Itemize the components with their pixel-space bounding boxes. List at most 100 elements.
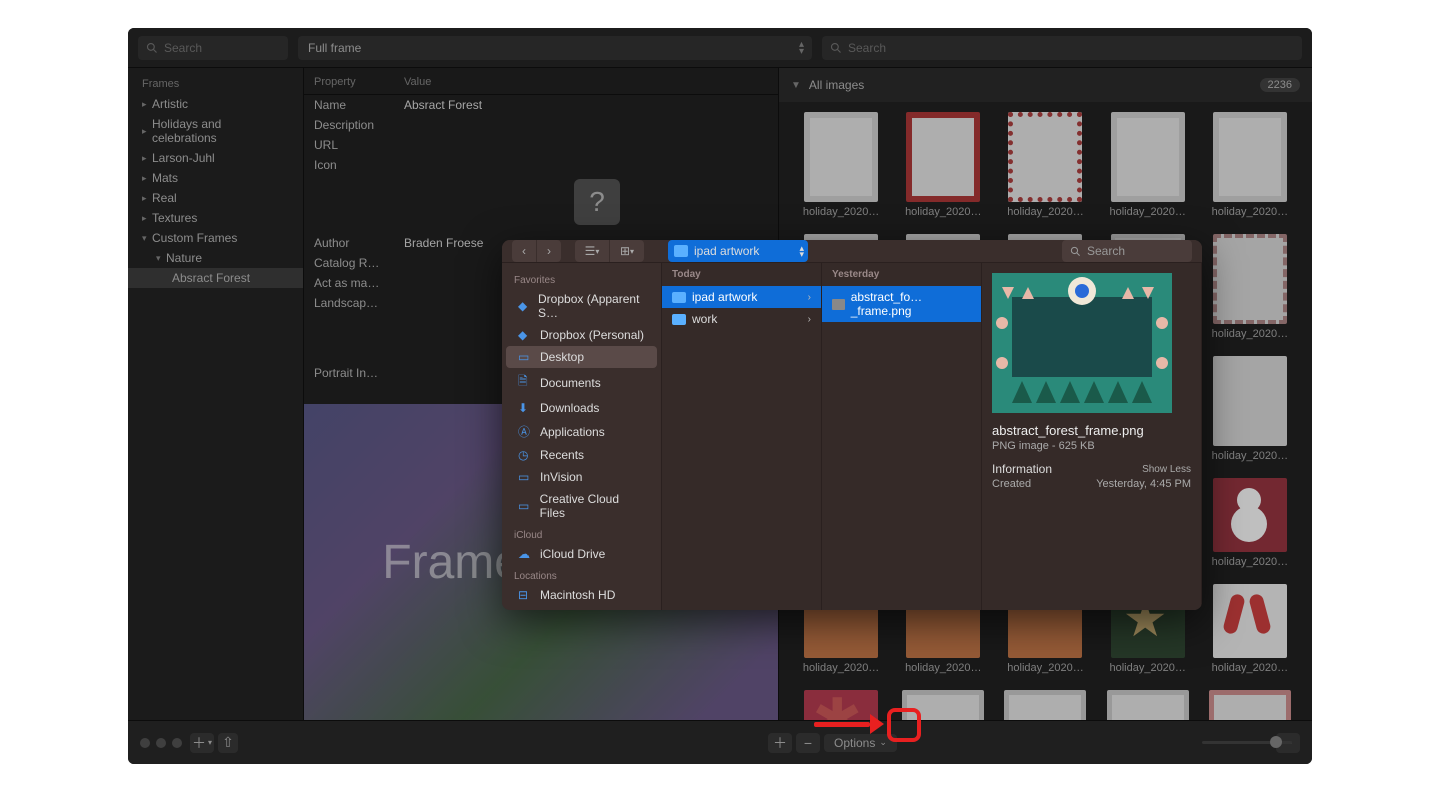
- traffic-dot[interactable]: [172, 738, 182, 748]
- fav-macintosh[interactable]: ⊟Macintosh HD: [506, 584, 657, 606]
- updown-icon: ▴▾: [799, 41, 804, 55]
- group-today: Today: [662, 263, 821, 286]
- icon-placeholder[interactable]: ?: [574, 179, 620, 225]
- sidebar-item-real[interactable]: ▸Real: [128, 188, 303, 208]
- fav-documents[interactable]: 🗎Documents: [506, 368, 657, 397]
- search-placeholder: Search: [848, 41, 886, 55]
- file-abstract-forest[interactable]: abstract_fo…_frame.png: [822, 286, 981, 322]
- sidebar-item-abstract-forest[interactable]: Absract Forest: [128, 268, 303, 288]
- media-header: Media: [502, 606, 661, 610]
- folder-ipad-artwork[interactable]: ipad artwork›: [662, 286, 821, 308]
- gallery-count: 2236: [1260, 78, 1300, 92]
- prop-icon[interactable]: [404, 158, 778, 172]
- fav-downloads[interactable]: ⬇Downloads: [506, 397, 657, 419]
- clock-icon: ◷: [518, 448, 532, 462]
- prop-name[interactable]: Absract Forest: [404, 98, 778, 112]
- options-button[interactable]: Options ⌄: [824, 734, 897, 752]
- gallery-title: All images: [809, 78, 864, 92]
- thumb[interactable]: [1213, 234, 1287, 324]
- fav-invision[interactable]: ▭InVision: [506, 466, 657, 488]
- folder-icon: ▭: [518, 470, 532, 484]
- apps-icon: Ⓐ: [518, 423, 532, 440]
- chevron-right-icon: ›: [808, 292, 811, 303]
- view-grid-button[interactable]: ⊞ ▾: [610, 240, 644, 262]
- sidebar-item-textures[interactable]: ▸Textures: [128, 208, 303, 228]
- thumb[interactable]: [906, 112, 980, 202]
- folder-icon: ▭: [518, 499, 532, 513]
- sidebar-title: Frames: [128, 74, 303, 94]
- remove-image-button[interactable]: −: [796, 733, 820, 753]
- preview-subtitle: PNG image - 625 KB: [992, 440, 1191, 452]
- selector-value: Full frame: [308, 41, 361, 55]
- prop-url[interactable]: [404, 138, 778, 152]
- document-icon: 🗎: [518, 372, 532, 393]
- thumb[interactable]: [1213, 112, 1287, 202]
- image-icon: [832, 299, 845, 310]
- dialog-sidebar: Favorites ◆Dropbox (Apparent S… ◆Dropbox…: [502, 263, 662, 610]
- sidebar-item-nature[interactable]: ▾Nature: [128, 248, 303, 268]
- preview-thumbnail: [992, 273, 1172, 413]
- gallery-header[interactable]: ▼ All images 2236: [779, 68, 1312, 102]
- sidebar-item-artistic[interactable]: ▸Artistic: [128, 94, 303, 114]
- frame-type-selector[interactable]: Full frame ▴▾: [298, 36, 812, 60]
- created-value: Yesterday, 4:45 PM: [1096, 478, 1191, 490]
- favorites-header: Favorites: [502, 269, 661, 288]
- fav-applications[interactable]: ⒶApplications: [506, 419, 657, 444]
- search-placeholder: Search: [1087, 244, 1125, 258]
- open-file-dialog: ‹ › ☰ ▾ ⊞ ▾ ipad artwork ▴▾ Search Favor…: [502, 240, 1202, 610]
- thumb[interactable]: [1008, 112, 1082, 202]
- show-less-button[interactable]: Show Less: [1142, 464, 1191, 475]
- add-frame-button[interactable]: ＋▾: [190, 733, 214, 753]
- dropbox-icon: ◆: [518, 328, 532, 342]
- sidebar-item-holidays[interactable]: ▸Holidays and celebrations: [128, 114, 303, 148]
- thumb[interactable]: [804, 112, 878, 202]
- thumb[interactable]: [1107, 690, 1189, 720]
- icloud-header: iCloud: [502, 524, 661, 543]
- thumb[interactable]: [1209, 690, 1291, 720]
- created-label: Created: [992, 478, 1031, 490]
- sidebar-item-larson[interactable]: ▸Larson-Juhl: [128, 148, 303, 168]
- dialog-search[interactable]: Search: [1062, 240, 1192, 262]
- props-col-value: Value: [404, 76, 778, 88]
- bottom-toolbar: ＋▾ ⇧ − ＋ − Options ⌄: [128, 720, 1312, 764]
- nav-back-button[interactable]: ‹: [512, 240, 536, 262]
- fav-dropbox2[interactable]: ◆Dropbox (Personal): [506, 324, 657, 346]
- traffic-dot[interactable]: [156, 738, 166, 748]
- sidebar-item-custom[interactable]: ▾Custom Frames: [128, 228, 303, 248]
- disclosure-icon: ▼: [791, 80, 801, 91]
- dialog-toolbar: ‹ › ☰ ▾ ⊞ ▾ ipad artwork ▴▾ Search: [502, 240, 1202, 263]
- thumb[interactable]: [1111, 112, 1185, 202]
- thumb[interactable]: [1213, 356, 1287, 446]
- fav-dropbox1[interactable]: ◆Dropbox (Apparent S…: [506, 288, 657, 324]
- topbar: Search Full frame ▴▾ Search: [128, 28, 1312, 68]
- annotation-highlight: [887, 708, 921, 742]
- thumb[interactable]: [1213, 478, 1287, 552]
- sidebar-search[interactable]: Search: [138, 36, 288, 60]
- zoom-slider[interactable]: [1202, 741, 1292, 744]
- fav-icloud[interactable]: ☁iCloud Drive: [506, 543, 657, 565]
- thumb[interactable]: [1213, 584, 1287, 658]
- fav-cc[interactable]: ▭Creative Cloud Files: [506, 488, 657, 524]
- disk-icon: ⊟: [518, 588, 532, 602]
- add-image-button[interactable]: ＋: [768, 733, 792, 753]
- thumb[interactable]: [1004, 690, 1086, 720]
- locations-header: Locations: [502, 565, 661, 584]
- props-header: Property Value: [304, 68, 778, 95]
- nav-forward-button[interactable]: ›: [537, 240, 561, 262]
- folder-icon: [674, 245, 688, 257]
- share-button[interactable]: ⇧: [218, 733, 238, 753]
- gallery-search[interactable]: Search: [822, 36, 1302, 60]
- fav-recents[interactable]: ◷Recents: [506, 444, 657, 466]
- cloud-icon: ☁: [518, 547, 532, 561]
- updown-icon: ▴▾: [799, 245, 804, 257]
- traffic-dot[interactable]: [140, 738, 150, 748]
- fav-desktop[interactable]: ▭Desktop: [506, 346, 657, 368]
- view-columns-button[interactable]: ☰ ▾: [575, 240, 609, 262]
- path-selector[interactable]: ipad artwork ▴▾: [668, 240, 808, 262]
- folder-work[interactable]: work›: [662, 308, 821, 330]
- annotation-arrow: [814, 714, 884, 734]
- prop-desc[interactable]: [404, 118, 778, 132]
- app-window: Search Full frame ▴▾ Search Frames ▸Arti…: [128, 28, 1312, 764]
- chevron-right-icon: ›: [808, 314, 811, 325]
- sidebar-item-mats[interactable]: ▸Mats: [128, 168, 303, 188]
